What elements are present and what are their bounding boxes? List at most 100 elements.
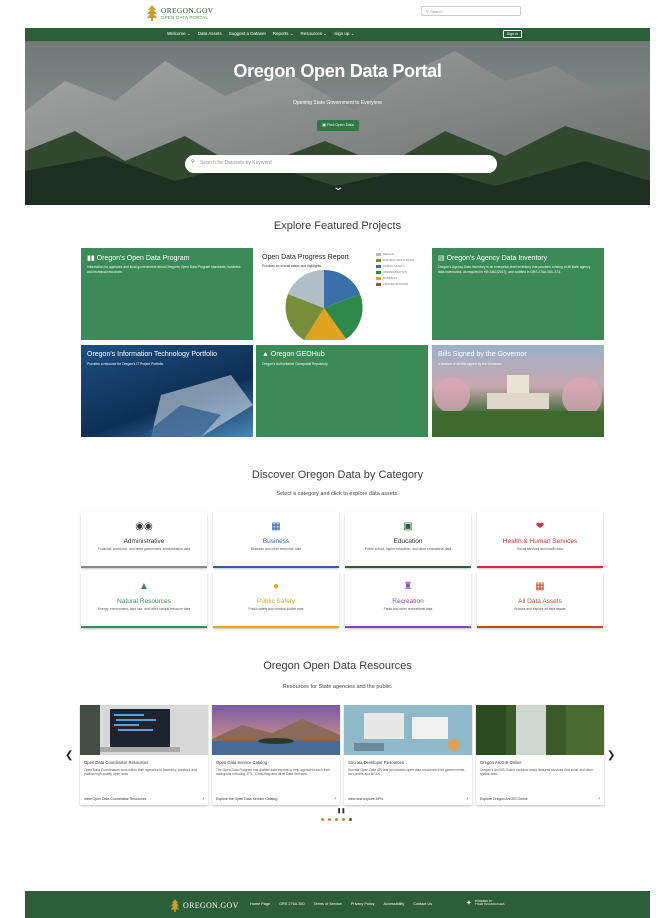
list-icon: ▤ — [438, 255, 445, 262]
category-description: Energy, environment, land use, and other… — [97, 607, 191, 611]
featured-card-it-portfolio[interactable]: Oregon's Information Technology Portfoli… — [81, 345, 253, 437]
card-description: A dataset of all bills signed by the Gov… — [438, 362, 503, 366]
carousel-dot[interactable] — [342, 818, 345, 821]
logo-sub-text: OPEN DATA PORTAL — [161, 14, 209, 20]
header-search-input[interactable]: ⚲ Search — [421, 6, 521, 16]
featured-card-bills-signed[interactable]: Bills Signed by the Governor A dataset o… — [432, 345, 604, 437]
footer-link-privacy[interactable]: Privacy Policy — [351, 902, 375, 906]
carousel-next-chevron-icon[interactable]: ❯ — [607, 750, 615, 761]
scroll-down-chevron-icon[interactable]: ⌄ — [332, 182, 344, 193]
resource-title: Oregon ArcGIS Online — [480, 760, 522, 765]
top-header: OREGON.GOV OPEN DATA PORTAL ⚲ Search — [25, 0, 650, 28]
category-name: Business — [262, 538, 290, 545]
carousel-dot[interactable] — [321, 818, 324, 821]
category-card-all-data-assets[interactable]: ▦ All Data Assets Browse and explore all… — [477, 572, 603, 628]
nav-item-reports[interactable]: Reports ⌄ — [273, 31, 294, 37]
resource-title: Open Data Service Catalog — [216, 760, 267, 765]
resource-link[interactable]: View and explore APIs — [348, 797, 383, 801]
resource-link[interactable]: View Open Data Coordinator Resources — [84, 797, 146, 801]
resource-link[interactable]: Explore Oregon ArcGIS Online — [480, 797, 528, 801]
legend-label: HEALTH — [383, 252, 394, 256]
nav-item-sign-up[interactable]: Sign up ⌄ — [334, 31, 354, 37]
right-gutter — [650, 0, 659, 918]
pie-legend: HEALTH NATURAL RESOURCES PUBLIC SAFETY A… — [376, 252, 426, 288]
chevron-right-icon: › — [334, 796, 336, 802]
resource-card-service-catalog[interactable]: Open Data Service Catalog The Open Data … — [212, 705, 340, 805]
nav-item-welcome[interactable]: Welcome ⌄ — [167, 31, 191, 37]
hero-title: Oregon Open Data Portal — [233, 61, 442, 81]
officer-icon: ● — [272, 581, 280, 592]
capitol-building-image — [432, 375, 604, 437]
legend-item: HEALTH — [376, 252, 426, 256]
resource-description: Socrata Open Data API lets you access op… — [348, 768, 466, 777]
footer-link-ors[interactable]: ORS 276A.350 — [279, 902, 305, 906]
category-name: Public Safety — [257, 598, 295, 605]
resources-heading: Oregon Open Data Resources — [263, 660, 412, 672]
category-name: Administrative — [123, 538, 165, 545]
category-card-public-safety[interactable]: ● Public Safety Public safety and crimin… — [213, 572, 339, 628]
featured-card-geohub[interactable]: ▲ Oregon GEOHub Oregon's Authoritative G… — [256, 345, 428, 437]
legend-item: TRANSPORTATION — [376, 282, 426, 286]
nav-item-suggest-dataset[interactable]: Suggest a Dataset — [229, 31, 266, 37]
featured-card-agency-data-inventory[interactable]: ▤ Oregon's Agency Data Inventory Oregon'… — [432, 248, 604, 340]
resource-card-socrata[interactable]: Socrata Developer Resources Socrata Open… — [344, 705, 472, 805]
legend-item: NATURAL RESOURCES — [376, 258, 426, 262]
resource-title: Open Data Coordinator Resources — [84, 760, 149, 765]
category-card-business[interactable]: ▦ Business Business and other economic d… — [213, 512, 339, 568]
find-open-data-button[interactable]: ▣ Find Open Data — [317, 120, 359, 131]
resources-subheading: Resources for State agencies and the pub… — [282, 684, 393, 690]
search-icon: ⚲ — [426, 9, 429, 14]
page: OREGON.GOV OPEN DATA PORTAL ⚲ Search Wel… — [0, 0, 659, 918]
legend-swatch — [376, 264, 381, 268]
category-card-health[interactable]: ❤ Health & Human Services Social service… — [477, 512, 603, 568]
carousel-dot[interactable] — [328, 818, 331, 821]
category-accent-bar — [345, 566, 471, 568]
footer-link-accessibility[interactable]: Accessibility — [384, 902, 405, 906]
legend-item: BUSINESS — [376, 276, 426, 280]
waterfall-forest-image — [476, 705, 604, 755]
resource-card-coordinator[interactable]: Open Data Coordinator Resources Open Dat… — [80, 705, 208, 805]
nav-item-data-assets[interactable]: Data Assets — [198, 31, 222, 37]
nav-item-resources[interactable]: Resources ⌄ — [301, 31, 328, 37]
category-accent-bar — [477, 626, 603, 628]
carousel-pause-icon[interactable]: ❚❚ — [337, 808, 345, 814]
carousel-dot[interactable] — [335, 818, 338, 821]
map-icon: ▲ — [262, 351, 269, 358]
category-description: Public school, higher education, and oth… — [364, 547, 452, 551]
powered-by-badge[interactable]: ✦ POWERED BY TYLER TECHNOLOGIES — [466, 899, 505, 907]
featured-card-progress-report[interactable]: Open Data Progress Report Provides an ov… — [256, 248, 428, 340]
dataset-search-input[interactable]: ⚲ Search for Datasets by Keyword — [185, 155, 497, 173]
footer-link-terms[interactable]: Terms of Service — [314, 902, 342, 906]
footer-link-contact[interactable]: Contact Us — [413, 902, 432, 906]
resource-link[interactable]: Explore the Open Data Service Catalog — [216, 797, 277, 801]
table-icon: ▦ — [535, 581, 545, 592]
category-card-recreation[interactable]: ♜ Recreation Parks and other recreationa… — [345, 572, 471, 628]
resource-description: Open Data Coordinators work within their… — [84, 768, 197, 777]
category-card-natural-resources[interactable]: ▲ Natural Resources Energy, environment,… — [81, 572, 207, 628]
resource-title: Socrata Developer Resources — [348, 760, 404, 765]
category-description: Social services and health data — [517, 547, 563, 551]
chalkboard-icon: ▣ — [403, 521, 413, 532]
oregon-logo[interactable]: OREGON.GOV OPEN DATA PORTAL — [147, 5, 213, 21]
resource-card-arcgis[interactable]: Oregon ArcGIS Online Oregon's ArcGIS Onl… — [476, 705, 604, 805]
powered-by-company: TYLER TECHNOLOGIES — [474, 903, 505, 906]
category-accent-bar — [477, 566, 603, 568]
footer-logo[interactable]: OREGON.GOV — [171, 899, 239, 912]
tree-icon — [147, 5, 157, 21]
category-accent-bar — [81, 566, 207, 568]
carousel-prev-chevron-icon[interactable]: ❮ — [65, 750, 73, 761]
card-title: Bills Signed by the Governor — [438, 351, 527, 358]
card-description: Provides a resource for Oregon's IT Proj… — [87, 362, 165, 366]
legend-label: NATURAL RESOURCES — [383, 258, 415, 262]
main-navigation: Welcome ⌄ Data Assets Suggest a Dataset … — [25, 28, 650, 41]
category-name: Natural Resources — [117, 598, 171, 605]
category-card-administrative[interactable]: ◉◉ Administrative Financial, workforce, … — [81, 512, 207, 568]
category-card-education[interactable]: ▣ Education Public school, higher educat… — [345, 512, 471, 568]
carousel-dot[interactable] — [349, 818, 352, 821]
category-accent-bar — [345, 626, 471, 628]
footer-link-home[interactable]: Home Page — [250, 902, 270, 906]
category-accent-bar — [213, 566, 339, 568]
sign-in-button[interactable]: Sign in — [503, 30, 522, 38]
featured-card-open-data-program[interactable]: ▮▮ Oregon's Open Data Program Informatio… — [81, 248, 253, 340]
users-icon: ◉◉ — [135, 521, 153, 532]
